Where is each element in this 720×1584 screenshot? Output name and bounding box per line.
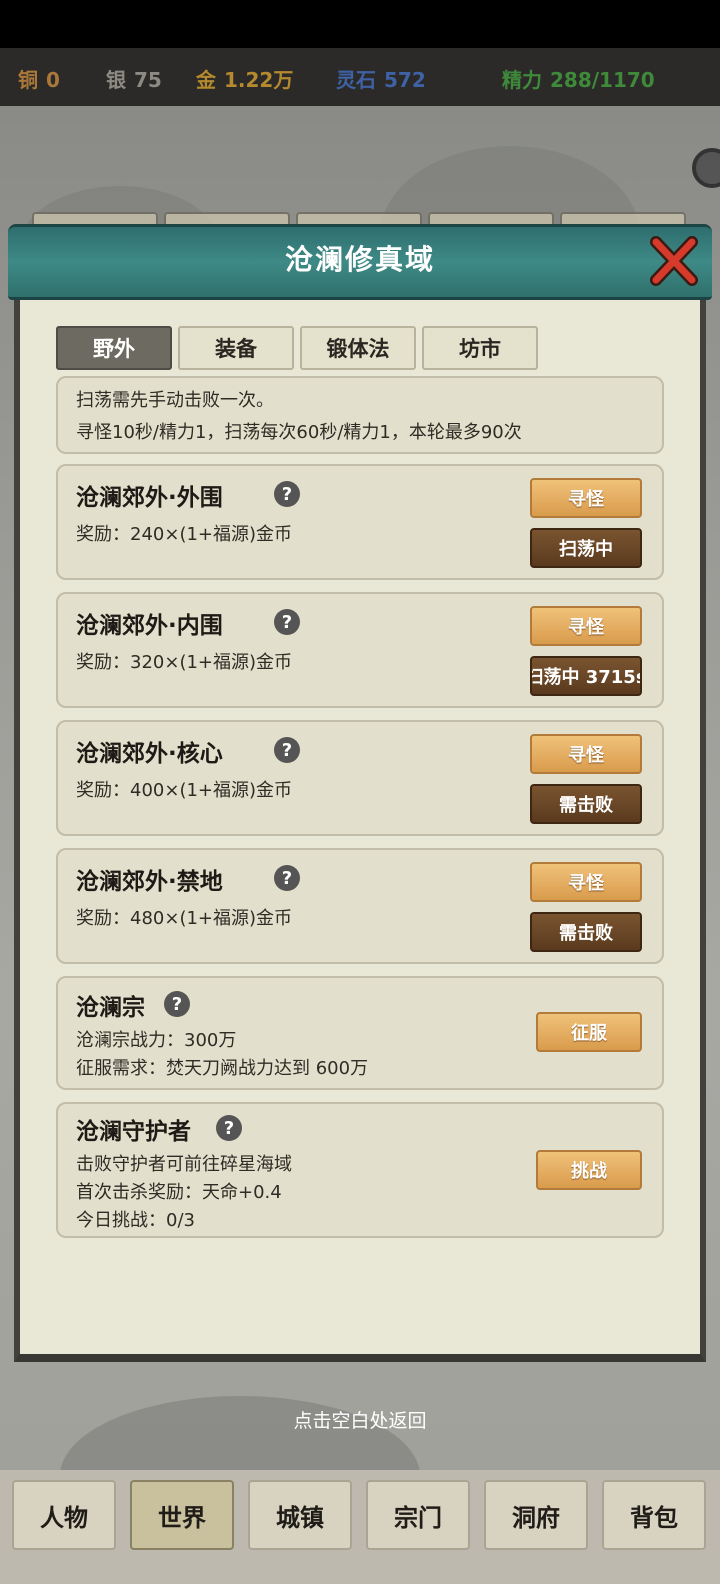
silver-resource: 银 75 (106, 64, 162, 93)
area-name: 沧澜郊外·核心 (76, 741, 223, 767)
gold-value: 1.22万 (224, 68, 294, 92)
guardian-name: 沧澜守护者 (76, 1119, 191, 1145)
nav-sect[interactable]: 宗门 (366, 1480, 470, 1550)
sweeping-button[interactable]: 扫荡中 (530, 528, 642, 568)
help-icon[interactable]: ? (274, 481, 300, 507)
stamina-resource: 精力 288/1170 (502, 64, 655, 93)
stamina-value: 288/1170 (550, 68, 655, 92)
requires-defeat-button[interactable]: 需击败 (530, 784, 642, 824)
silver-value: 75 (134, 68, 162, 92)
copper-value: 0 (46, 68, 60, 92)
info-line: 寻怪10秒/精力1，扫荡每次60秒/精力1，本轮最多90次 (76, 422, 522, 443)
nav-world[interactable]: 世界 (130, 1480, 234, 1550)
challenge-button[interactable]: 挑战 (536, 1150, 642, 1190)
close-icon[interactable] (650, 236, 698, 286)
help-icon[interactable]: ? (274, 609, 300, 635)
sect-name: 沧澜宗 (76, 995, 145, 1021)
sweeping-timer-button[interactable]: 扫荡中 3715s (530, 656, 642, 696)
conquer-requirement: 征服需求：焚天刀阙战力达到 600万 (76, 1058, 369, 1079)
area-reward: 奖励：480×(1+福源)金币 (76, 908, 293, 929)
spirit-stone-resource: 灵石 572 (336, 64, 426, 93)
nav-bag[interactable]: 背包 (602, 1480, 706, 1550)
dialog-title: 沧澜修真域 (284, 243, 435, 276)
area-reward: 奖励：400×(1+福源)金币 (76, 780, 293, 801)
guardian-info: 击败守护者可前往碎星海域 (76, 1154, 292, 1175)
area-reward: 奖励：240×(1+福源)金币 (76, 524, 293, 545)
info-line: 扫荡需先手动击败一次。 (76, 390, 274, 411)
silver-label: 银 (106, 68, 126, 92)
copper-resource: 铜0 (18, 64, 60, 93)
requires-defeat-button[interactable]: 需击败 (530, 912, 642, 952)
find-monster-button[interactable]: 寻怪 (530, 606, 642, 646)
conquer-button[interactable]: 征服 (536, 1012, 642, 1052)
find-monster-button[interactable]: 寻怪 (530, 734, 642, 774)
area-reward: 奖励：320×(1+福源)金币 (76, 652, 293, 673)
tab-equipment[interactable]: 装备 (178, 326, 294, 370)
area-name: 沧澜郊外·外围 (76, 485, 223, 511)
spirit-stone-value: 572 (384, 68, 426, 92)
tab-body-forging[interactable]: 锻体法 (300, 326, 416, 370)
tab-wild[interactable]: 野外 (56, 326, 172, 370)
copper-label: 铜 (18, 68, 38, 92)
spirit-stone-label: 灵石 (336, 68, 376, 92)
gold-label: 金 (196, 68, 216, 92)
help-icon[interactable]: ? (274, 865, 300, 891)
tap-to-return-hint[interactable]: 点击空白处返回 (0, 1406, 720, 1433)
nav-character[interactable]: 人物 (12, 1480, 116, 1550)
nav-town[interactable]: 城镇 (248, 1480, 352, 1550)
stamina-label: 精力 (502, 68, 542, 92)
nav-cave[interactable]: 洞府 (484, 1480, 588, 1550)
help-icon[interactable]: ? (164, 991, 190, 1017)
status-bar (0, 0, 720, 48)
find-monster-button[interactable]: 寻怪 (530, 478, 642, 518)
sect-power: 沧澜宗战力：300万 (76, 1030, 237, 1051)
area-name: 沧澜郊外·内围 (76, 613, 223, 639)
help-icon[interactable]: ? (274, 737, 300, 763)
help-icon[interactable]: ? (216, 1115, 242, 1141)
tab-market[interactable]: 坊市 (422, 326, 538, 370)
daily-challenges: 今日挑战：0/3 (76, 1210, 195, 1231)
find-monster-button[interactable]: 寻怪 (530, 862, 642, 902)
first-kill-reward: 首次击杀奖励：天命+0.4 (76, 1182, 282, 1203)
area-name: 沧澜郊外·禁地 (76, 869, 223, 895)
gold-resource: 金 1.22万 (196, 64, 293, 93)
